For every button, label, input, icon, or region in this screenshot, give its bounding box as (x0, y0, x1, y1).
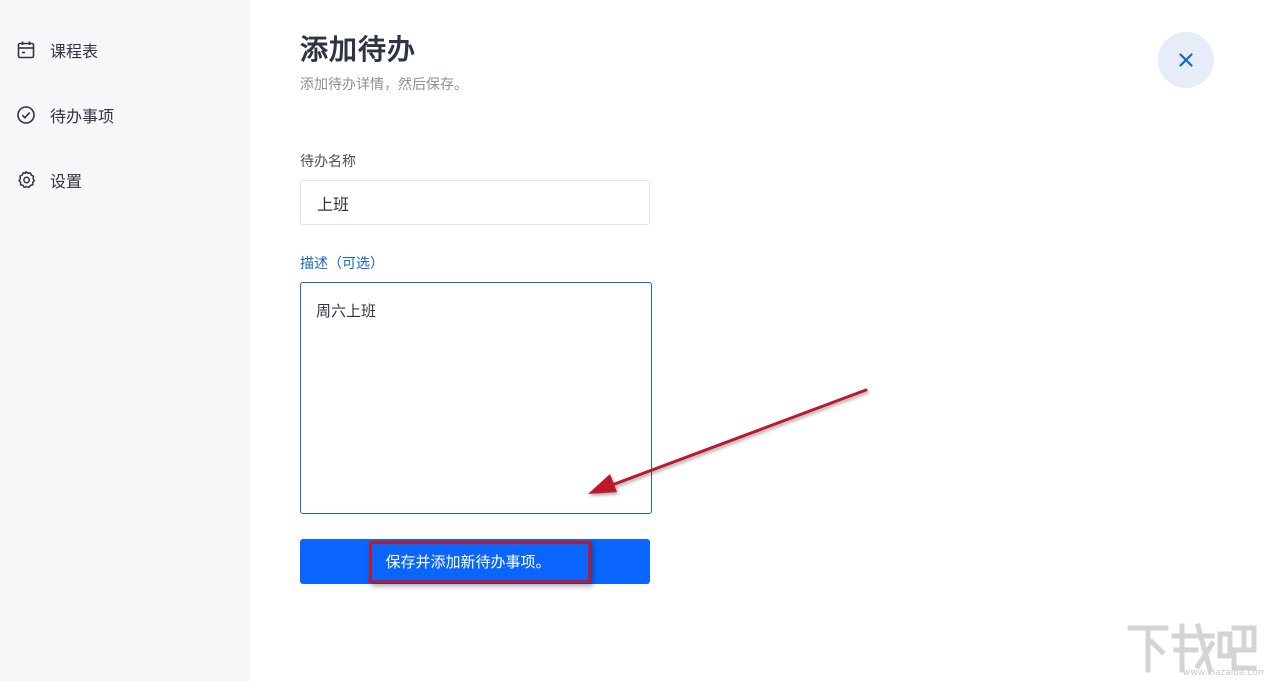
todo-name-input[interactable] (300, 180, 650, 225)
sidebar-item-schedule[interactable]: 课程表 (16, 37, 98, 63)
gear-icon (16, 170, 36, 190)
sidebar-item-label: 设置 (50, 172, 83, 191)
calendar-icon (16, 40, 36, 60)
description-label: 描述（可选） (300, 256, 384, 272)
todo-name-label: 待办名称 (300, 154, 356, 170)
sidebar-item-settings[interactable]: 设置 (16, 167, 82, 193)
page-subtitle: 添加待办详情，然后保存。 (300, 77, 468, 93)
sidebar: 课程表 待办事项 设置 (0, 0, 250, 681)
sidebar-item-label: 课程表 (50, 42, 99, 61)
close-icon (1177, 51, 1195, 69)
watermark-url: www.xiazaiba.com (1183, 668, 1264, 678)
app-window: 课程表 待办事项 设置 添加待办 添加待办详情，然后保存。 待办名称 上班 描述… (0, 0, 1264, 681)
sidebar-item-todo[interactable]: 待办事项 (16, 102, 114, 128)
check-circle-icon (16, 105, 36, 125)
sidebar-item-label: 待办事项 (50, 107, 115, 126)
page-title: 添加待办 (300, 33, 417, 66)
description-textarea[interactable]: 周六上班 (300, 282, 652, 514)
save-and-add-button[interactable] (300, 539, 650, 584)
close-button[interactable] (1158, 32, 1214, 88)
